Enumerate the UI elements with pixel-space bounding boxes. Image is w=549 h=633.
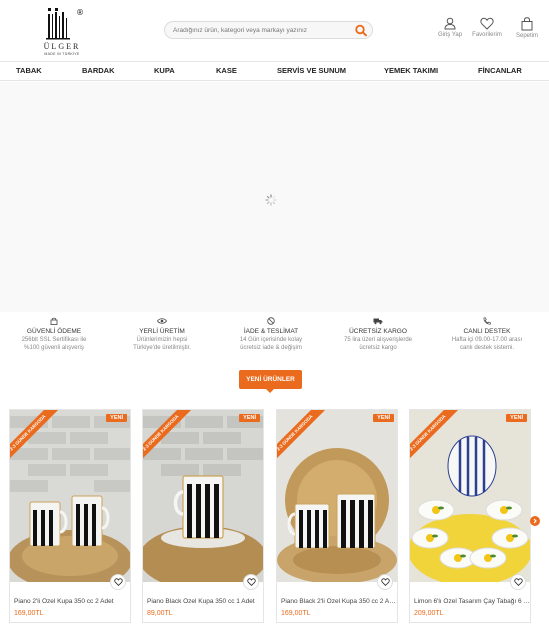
feature-desc: Türkiye'de üretilmiştir. (133, 345, 191, 351)
cart-link[interactable]: Sepetim (507, 17, 547, 39)
search-icon[interactable] (354, 24, 368, 37)
user-icon (444, 17, 456, 30)
return-icon (267, 317, 275, 325)
product-card[interactable]: 2-3 GÜNDE KARGODA YENİ Piano Black Özel … (142, 409, 264, 623)
product-name[interactable]: Piano Black 2'li Özel Kupa 350 cc 2 Adet (281, 598, 397, 605)
new-badge: YENİ (373, 414, 394, 422)
nav-item-tabak[interactable]: TABAK (16, 66, 42, 75)
new-products-pointer (266, 389, 274, 393)
nav-item-yemek-takimi[interactable]: YEMEK TAKIMI (384, 66, 438, 75)
heart-icon (480, 17, 494, 30)
feature-desc: ücretsiz kargo (359, 345, 397, 351)
brand-logo[interactable]: ® ÜLGER MADE IN TÜRKİYE (38, 6, 86, 56)
feature-title: GÜVENLİ ÖDEME (26, 328, 82, 335)
product-price: 209,00TL (414, 610, 444, 617)
truck-icon (373, 318, 383, 325)
product-price: 169,00TL (281, 610, 311, 617)
login-label: Giriş Yap (437, 32, 463, 38)
eye-icon (157, 318, 167, 324)
logo-mark-icon (46, 8, 70, 40)
feature-title: İADE & TESLİMAT (243, 328, 299, 335)
feature-desc: %100 güvenli alışveriş (24, 345, 84, 351)
main-nav: TABAK BARDAK KUPA KASE SERVİS VE SUNUM Y… (0, 61, 549, 81)
feature-title: CANLI DESTEK (463, 328, 511, 335)
feature-desc: ücretsiz iade & değişim (240, 345, 302, 351)
new-badge: YENİ (106, 414, 127, 422)
heart-icon (381, 578, 390, 586)
search-bar (164, 21, 373, 39)
product-name[interactable]: Limon 6'lı Özel Tasarım Çay Tabağı 6 Ade… (414, 598, 530, 605)
feature-secure-payment: GÜVENLİ ÖDEME 256bit SSL Sertifikası ile… (4, 317, 104, 352)
add-to-favorites-button[interactable] (110, 574, 126, 590)
feature-free-shipping: ÜCRETSİZ KARGO 75 lira üzeri alışverişle… (328, 317, 428, 352)
favorites-link[interactable]: Favorilerim (467, 17, 507, 38)
feature-desc: canlı destek sistemi. (459, 345, 515, 351)
feature-desc: 256bit SSL Sertifikası ile (21, 337, 87, 343)
search-input[interactable] (173, 24, 348, 36)
brand-name: ÜLGER (43, 42, 81, 51)
feature-local-production: YERLİ ÜRETİM Ürünlerimizin hepsi Türkiye… (112, 317, 212, 352)
bag-icon (521, 17, 533, 31)
product-price: 169,00TL (14, 610, 44, 617)
feature-desc: Ürünlerimizin hepsi (136, 337, 188, 343)
new-products-tab[interactable]: YENİ ÜRÜNLER (239, 370, 302, 389)
new-badge: YENİ (239, 414, 260, 422)
shield-lock-icon (50, 317, 58, 325)
heart-icon (514, 578, 523, 586)
feature-title: ÜCRETSİZ KARGO (349, 328, 407, 335)
feature-desc: 75 lira üzeri alışverişlerde (343, 337, 413, 343)
login-link[interactable]: Giriş Yap (430, 17, 470, 38)
cart-label: Sepetim (515, 33, 538, 39)
feature-desc: Hafta içi 09.00-17.00 arası (451, 337, 523, 343)
nav-item-kupa[interactable]: KUPA (154, 66, 175, 75)
loading-spinner-icon (265, 194, 277, 206)
brand-tagline: MADE IN TÜRKİYE (44, 52, 80, 56)
phone-icon (483, 317, 491, 325)
product-card[interactable]: 2-3 GÜNDE KARGODA YENİ Limon 6'lı Özel T… (409, 409, 531, 623)
registered-mark: ® (76, 8, 84, 17)
nav-item-kase[interactable]: KASE (216, 66, 237, 75)
feature-desc: 14 Gün içerisinde kolay (239, 337, 303, 343)
feature-live-support: CANLI DESTEK Hafta içi 09.00-17.00 arası… (437, 317, 537, 352)
carousel-next-button[interactable] (530, 516, 540, 526)
product-card[interactable]: 2-3 GÜNDE KARGODA YENİ Piano 2'li Özel K… (9, 409, 131, 623)
feature-title: YERLİ ÜRETİM (139, 328, 185, 335)
nav-item-bardak[interactable]: BARDAK (82, 66, 115, 75)
feature-return-delivery: İADE & TESLİMAT 14 Gün içerisinde kolay … (221, 317, 321, 352)
product-price: 89,00TL (147, 610, 173, 617)
chevron-right-icon (533, 518, 537, 524)
nav-item-fincanlar[interactable]: FİNCANLAR (478, 66, 522, 75)
add-to-favorites-button[interactable] (510, 574, 526, 590)
favorites-label: Favorilerim (472, 32, 502, 38)
new-badge: YENİ (506, 414, 527, 422)
nav-item-servis-ve-sunum[interactable]: SERVİS VE SUNUM (277, 66, 346, 75)
product-name[interactable]: Piano Black Özel Kupa 350 cc 1 Adet (147, 598, 263, 605)
add-to-favorites-button[interactable] (243, 574, 259, 590)
product-name[interactable]: Piano 2'li Özel Kupa 350 cc 2 Adet (14, 598, 130, 605)
heart-icon (114, 578, 123, 586)
site-header: ® ÜLGER MADE IN TÜRKİYE Giriş Yap Favori… (0, 0, 549, 60)
heart-icon (247, 578, 256, 586)
add-to-favorites-button[interactable] (377, 574, 393, 590)
product-card[interactable]: 2-3 GÜNDE KARGODA YENİ Piano Black 2'li … (276, 409, 398, 623)
